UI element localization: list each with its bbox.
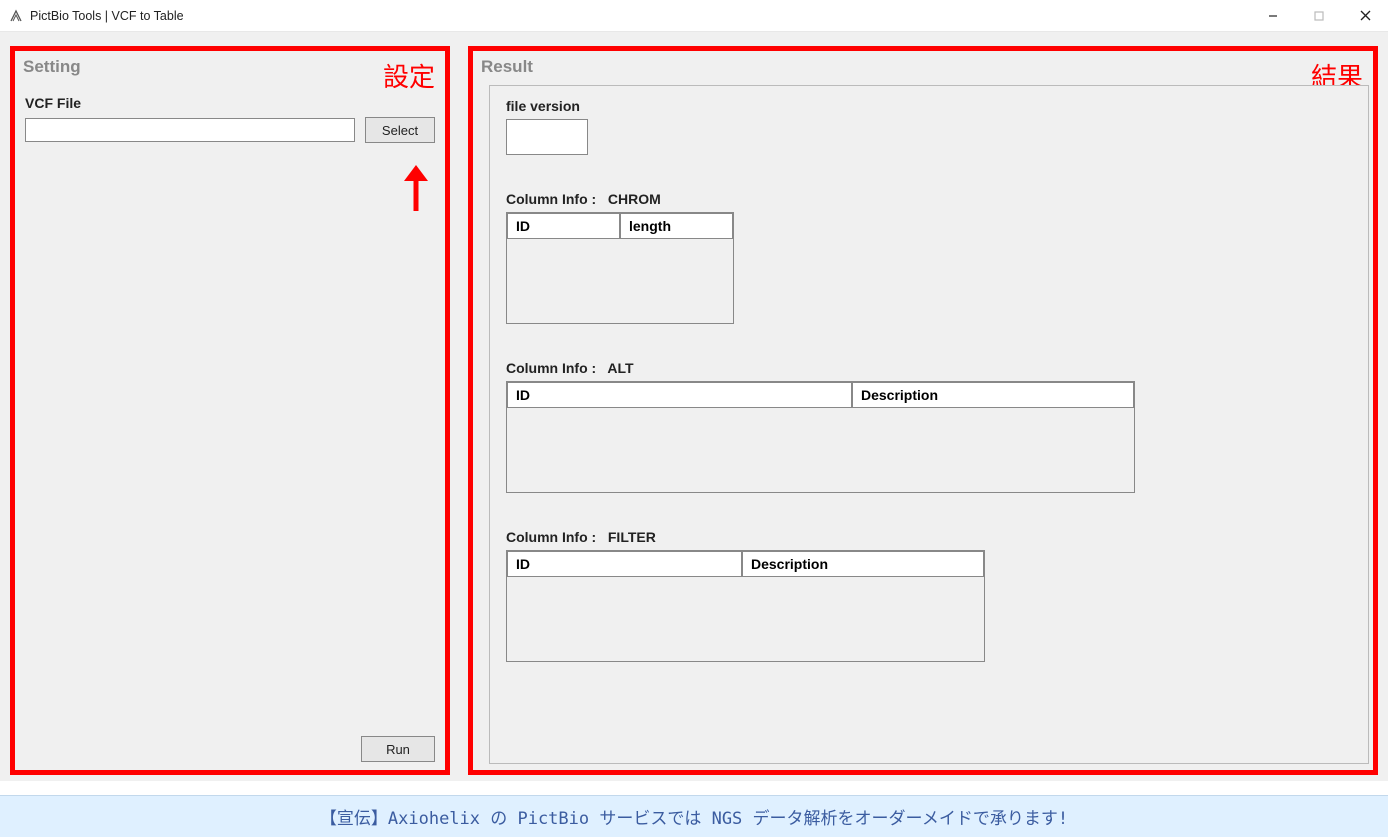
titlebar: PictBio Tools | VCF to Table bbox=[0, 0, 1388, 32]
result-body: file version Column Info : CHROM ID leng… bbox=[473, 85, 1373, 764]
app-icon bbox=[8, 8, 24, 24]
column-info-chrom: Column Info : CHROM bbox=[506, 191, 1352, 207]
table-row: ID Description bbox=[507, 382, 1134, 408]
table-body-empty bbox=[507, 239, 733, 323]
result-scroll-area[interactable]: file version Column Info : CHROM ID leng… bbox=[489, 85, 1369, 764]
window-title: PictBio Tools | VCF to Table bbox=[30, 9, 184, 23]
vcf-file-input[interactable] bbox=[25, 118, 355, 142]
th-description: Description bbox=[852, 382, 1134, 408]
table-chrom: ID length bbox=[506, 212, 734, 324]
th-id: ID bbox=[507, 213, 620, 239]
th-id: ID bbox=[507, 551, 742, 577]
table-filter: ID Description bbox=[506, 550, 985, 662]
column-info-alt: Column Info : ALT bbox=[506, 360, 1352, 376]
setting-panel: Setting 設定 VCF File Select Run bbox=[10, 46, 450, 775]
arrow-up-icon bbox=[400, 165, 432, 220]
table-row: ID length bbox=[507, 213, 733, 239]
setting-header: Setting bbox=[15, 51, 445, 85]
table-body-empty bbox=[507, 577, 984, 661]
table-body-empty bbox=[507, 408, 1134, 492]
result-panel: Result 結果 file version Column Info : CHR… bbox=[468, 46, 1378, 775]
table-alt: ID Description bbox=[506, 381, 1135, 493]
table-row: ID Description bbox=[507, 551, 984, 577]
vcf-file-row: Select bbox=[25, 117, 435, 143]
setting-body: VCF File Select Run bbox=[15, 85, 445, 770]
result-header: Result bbox=[473, 51, 1373, 85]
file-version-box bbox=[506, 119, 588, 155]
maximize-button[interactable] bbox=[1296, 0, 1342, 31]
content-area: Setting 設定 VCF File Select Run Result 結果… bbox=[0, 32, 1388, 781]
footer-bar: 【宣伝】Axiohelix の PictBio サービスでは NGS データ解析… bbox=[0, 795, 1388, 837]
th-description: Description bbox=[742, 551, 984, 577]
th-length: length bbox=[620, 213, 733, 239]
select-button[interactable]: Select bbox=[365, 117, 435, 143]
th-id: ID bbox=[507, 382, 852, 408]
close-button[interactable] bbox=[1342, 0, 1388, 31]
footer-text: 【宣伝】Axiohelix の PictBio サービスでは NGS データ解析… bbox=[320, 804, 1068, 829]
minimize-button[interactable] bbox=[1250, 0, 1296, 31]
window-controls bbox=[1250, 0, 1388, 31]
column-info-filter: Column Info : FILTER bbox=[506, 529, 1352, 545]
run-button[interactable]: Run bbox=[361, 736, 435, 762]
file-version-label: file version bbox=[506, 98, 1352, 114]
vcf-file-label: VCF File bbox=[25, 95, 435, 111]
